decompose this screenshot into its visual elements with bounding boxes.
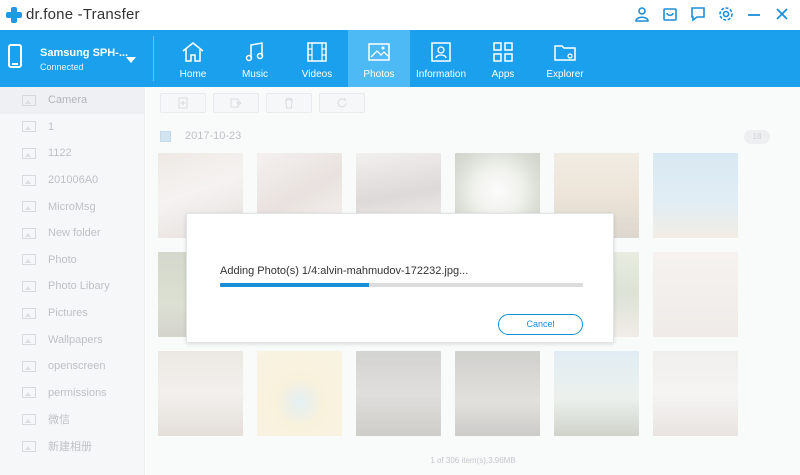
tab-apps[interactable]: Apps (472, 30, 534, 87)
feedback-icon[interactable] (690, 6, 706, 22)
tab-videos[interactable]: Videos (286, 30, 348, 87)
minimize-icon[interactable] (746, 6, 762, 22)
tab-label: Photos (363, 69, 395, 80)
tab-label: Apps (491, 69, 515, 80)
progress-bar-fill (220, 283, 369, 287)
apps-icon (493, 42, 513, 62)
progress-bar (220, 283, 583, 287)
photo-icon (368, 43, 390, 61)
logo-plus-icon (6, 6, 22, 23)
store-icon[interactable] (662, 6, 678, 22)
tab-label: Explorer (546, 69, 584, 80)
tab-label: Music (241, 69, 269, 80)
window-controls (634, 6, 790, 22)
cancel-button[interactable]: Cancel (498, 314, 583, 335)
app-title: dr.fone -Transfer (26, 6, 140, 23)
tab-photos[interactable]: Photos (348, 30, 410, 87)
video-icon (307, 42, 327, 62)
tab-explorer[interactable]: Explorer (534, 30, 596, 87)
device-selector[interactable]: Samsung SPH-... Connected (0, 30, 152, 87)
phone-icon (8, 44, 22, 68)
device-name: Samsung SPH-... (40, 47, 129, 59)
chevron-down-icon[interactable] (126, 57, 136, 63)
tab-label: Information (415, 69, 467, 80)
main-toolbar: Samsung SPH-... Connected Home Music Vid… (0, 30, 800, 87)
tab-home[interactable]: Home (162, 30, 224, 87)
home-icon (182, 42, 204, 62)
toolbar-divider (153, 36, 154, 81)
music-icon (245, 42, 264, 62)
device-status: Connected (40, 62, 84, 72)
tab-label: Videos (301, 69, 333, 80)
tab-information[interactable]: Information (410, 30, 472, 87)
progress-dialog: Adding Photo(s) 1/4:alvin-mahmudov-17223… (186, 213, 614, 343)
close-icon[interactable] (774, 6, 790, 22)
progress-message: Adding Photo(s) 1/4:alvin-mahmudov-17223… (220, 265, 469, 277)
tab-label: Home (179, 69, 207, 80)
nav-tabs: Home Music Videos Photos Information App… (162, 30, 596, 87)
user-icon[interactable] (634, 6, 650, 22)
app-logo: dr.fone -Transfer (6, 6, 140, 23)
folder-icon (554, 45, 576, 61)
contact-icon (431, 42, 451, 62)
title-bar: dr.fone -Transfer (0, 0, 800, 30)
tab-music[interactable]: Music (224, 30, 286, 87)
settings-icon[interactable] (718, 6, 734, 22)
